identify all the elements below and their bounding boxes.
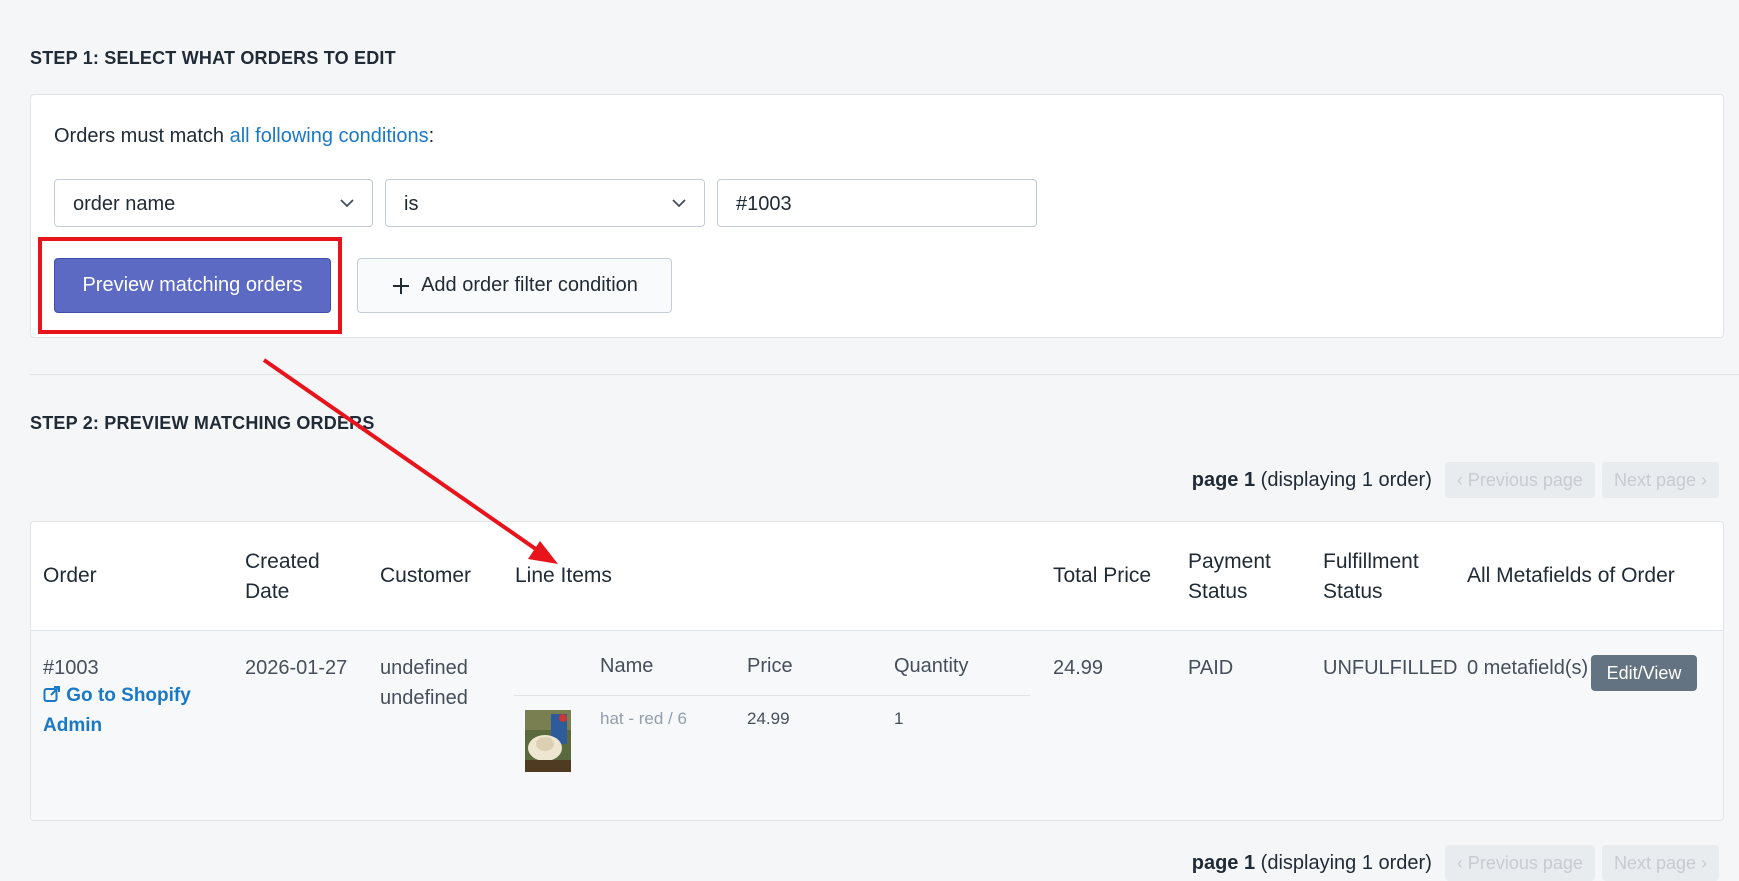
previous-page-button-bottom[interactable]: ‹ Previous page	[1444, 845, 1595, 881]
line-item-header-name: Name	[600, 655, 654, 677]
header-payment-line1: Payment	[1188, 550, 1271, 573]
orders-table: Order Created Date Customer Line Items To…	[30, 521, 1724, 821]
next-page-label: Next page	[1613, 470, 1696, 490]
match-conditions-text: Orders must match all following conditio…	[54, 125, 434, 148]
header-fulfillment-line2: Status	[1323, 580, 1383, 603]
product-thumbnail	[525, 710, 571, 772]
annotation-highlight-box	[38, 237, 342, 334]
header-fulfillment-line1: Fulfillment	[1323, 550, 1419, 573]
pager-bottom: page 1 (displaying 1 order) ‹ Previous p…	[1192, 845, 1719, 881]
customer-last: undefined	[380, 687, 468, 709]
header-created-date: Created Date	[245, 547, 320, 607]
header-fulfillment-status: Fulfillment Status	[1323, 547, 1419, 607]
header-order: Order	[43, 564, 97, 587]
displaying-count-bottom: (displaying 1 order)	[1260, 851, 1432, 874]
condition-value-input[interactable]: #1003	[717, 179, 1037, 227]
condition-field-value: order name	[73, 193, 176, 215]
external-link-icon	[43, 686, 60, 702]
line-item-header-price: Price	[747, 655, 793, 677]
line-item-header-quantity: Quantity	[894, 655, 969, 677]
header-total-price: Total Price	[1053, 564, 1152, 587]
add-filter-label: Add order filter condition	[421, 274, 638, 296]
line-item-quantity: 1	[894, 709, 904, 728]
metafields-count: 0 metafield(s)	[1467, 657, 1589, 679]
match-mode-link[interactable]: all following conditions	[230, 125, 429, 147]
previous-page-button[interactable]: ‹ Previous page	[1444, 462, 1595, 498]
header-line-items: Line Items	[515, 564, 612, 587]
chevron-down-icon	[340, 199, 354, 208]
header-payment-status: Payment Status	[1188, 547, 1271, 607]
condition-operator-select[interactable]: is	[385, 179, 705, 227]
match-prefix: Orders must match	[54, 125, 230, 147]
next-page-label-bottom: Next page	[1613, 853, 1696, 873]
pager-status: page 1 (displaying 1 order)	[1192, 469, 1432, 492]
table-row: #1003 Go to Shopify Admin 2026-01-27 unde…	[31, 631, 1723, 820]
pager-top: page 1 (displaying 1 order) ‹ Previous p…	[1192, 462, 1719, 498]
header-created-line2: Date	[245, 580, 290, 603]
chevron-down-icon	[672, 199, 686, 208]
total-price: 24.99	[1053, 657, 1104, 679]
displaying-count: (displaying 1 order)	[1260, 468, 1432, 491]
add-filter-condition-button[interactable]: Add order filter condition	[357, 258, 672, 313]
payment-status: PAID	[1188, 657, 1234, 679]
header-customer: Customer	[380, 564, 472, 587]
line-item-name: hat - red / 6	[600, 709, 687, 728]
header-payment-line2: Status	[1188, 580, 1248, 603]
previous-page-label: Previous page	[1467, 470, 1583, 490]
next-page-button[interactable]: Next page ›	[1601, 462, 1719, 498]
plus-icon	[393, 277, 410, 294]
line-items-divider	[514, 695, 1030, 696]
page-number-bottom: page 1	[1191, 851, 1256, 874]
next-page-button-bottom[interactable]: Next page ›	[1601, 845, 1719, 881]
page-number: page 1	[1191, 468, 1256, 491]
customer-name: undefined undefined	[380, 653, 468, 713]
condition-value-text: #1003	[736, 193, 792, 215]
condition-operator-value: is	[404, 193, 419, 215]
edit-view-button[interactable]: Edit/View	[1591, 655, 1697, 691]
shopify-link-line1: Go to Shopify	[66, 685, 191, 706]
created-date: 2026-01-27	[245, 657, 348, 679]
section-divider	[30, 374, 1739, 375]
table-header: Order Created Date Customer Line Items To…	[31, 522, 1723, 631]
header-created-line1: Created	[245, 550, 320, 573]
order-number: #1003	[43, 657, 99, 679]
step1-title: STEP 1: SELECT WHAT ORDERS TO EDIT	[30, 48, 396, 68]
customer-first: undefined	[380, 657, 468, 679]
go-to-shopify-admin-link[interactable]: Go to Shopify Admin	[43, 681, 203, 741]
fulfillment-status: UNFULFILLED	[1323, 657, 1458, 679]
line-item-price: 24.99	[747, 709, 790, 728]
pager-status-bottom: page 1 (displaying 1 order)	[1192, 852, 1432, 875]
previous-page-label-bottom: Previous page	[1467, 853, 1583, 873]
shopify-link-line2: Admin	[43, 715, 103, 736]
condition-field-select[interactable]: order name	[54, 179, 373, 227]
step2-title: STEP 2: PREVIEW MATCHING ORDERS	[30, 413, 375, 433]
header-metafields: All Metafields of Order	[1467, 564, 1675, 587]
match-suffix: :	[428, 125, 435, 147]
